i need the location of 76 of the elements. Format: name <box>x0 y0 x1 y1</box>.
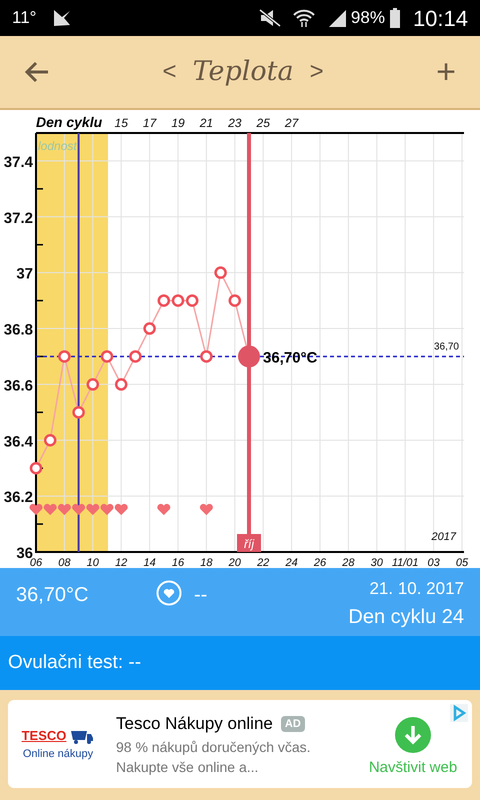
selected-value-label: 36,70°C <box>263 349 318 366</box>
next-button[interactable]: > <box>310 54 324 90</box>
data-point[interactable] <box>100 350 114 363</box>
add-button[interactable]: + <box>436 46 456 98</box>
top-tick-label: 15 <box>114 116 128 130</box>
data-point[interactable] <box>228 294 242 307</box>
x-tick-label: 14 <box>143 557 156 568</box>
data-point[interactable] <box>30 462 42 474</box>
mute-icon <box>258 9 281 27</box>
x-tick-label: 28 <box>342 557 355 568</box>
x-tick-label: 22 <box>257 557 270 568</box>
x-tick-label: 03 <box>427 557 440 568</box>
data-point[interactable] <box>158 294 170 307</box>
ad-badge: AD <box>280 716 305 732</box>
axis-title: Den cyklu <box>36 114 102 130</box>
y-tick-label: 36.4 <box>4 433 33 450</box>
top-tick-label: 17 <box>142 116 156 130</box>
y-tick-label: 36.8 <box>4 322 33 339</box>
x-tick-label: 05 <box>456 557 468 568</box>
ref-line-label: říj <box>244 537 254 551</box>
screen-title: Teplota <box>192 54 294 89</box>
weather-temperature: 11° <box>12 7 36 30</box>
notification-icon <box>52 8 72 28</box>
date-label: 21. 10. 2017 <box>369 578 464 600</box>
logo-caption: Online nákupy <box>22 746 94 762</box>
x-tick-label: 08 <box>58 557 71 568</box>
x-tick-label: 20 <box>228 557 241 568</box>
y-tick-label: 36.6 <box>4 377 33 394</box>
ovulation-test-label[interactable]: Ovulačni test: -- <box>8 648 142 678</box>
y-tick-label: 37 <box>16 266 33 283</box>
back-icon[interactable] <box>24 61 50 83</box>
x-tick-label: 26 <box>314 557 326 568</box>
battery-icon <box>388 8 401 28</box>
ad-description: 98 % nákupů doručených včas. Nakupte vše online a... <box>116 738 312 777</box>
clock: 10:14 <box>412 4 468 32</box>
data-point[interactable] <box>143 322 156 335</box>
data-point[interactable] <box>114 378 128 391</box>
ad-card[interactable]: TESCO Online nákupy Tesco Nákupy online AD 98 % nákupů doručených včas. Nakupte vše online a... Navštivit web <box>8 700 472 788</box>
signal-icon <box>326 8 347 28</box>
data-point[interactable] <box>214 266 227 279</box>
x-tick-label: 18 <box>200 557 213 568</box>
ad-title: Tesco Nákupy online <box>116 713 273 736</box>
top-tick-label: 25 <box>256 116 270 130</box>
x-tick-label: 16 <box>172 557 184 568</box>
data-point[interactable] <box>129 350 142 363</box>
cycle-day-label: Den cyklu 24 <box>348 604 464 630</box>
y-tick-label: 37.2 <box>4 210 33 227</box>
previous-button[interactable]: < <box>162 54 177 90</box>
battery-level: 98% <box>350 7 385 30</box>
data-point[interactable] <box>44 434 56 447</box>
data-point[interactable] <box>86 378 100 391</box>
data-point[interactable] <box>58 350 71 363</box>
reference-label: 36,70 <box>434 341 459 352</box>
top-tick-label: 27 <box>284 116 298 130</box>
brand-logo: TESCO <box>22 727 66 745</box>
x-tick-label: 30 <box>370 557 383 568</box>
y-tick-label: 37.4 <box>4 154 33 171</box>
x-tick-label: 11/01 <box>392 557 419 568</box>
data-point[interactable] <box>72 406 85 419</box>
intercourse-value: -- <box>194 583 208 608</box>
adchoices-icon[interactable] <box>450 704 468 722</box>
data-point[interactable] <box>186 294 198 307</box>
y-tick-label: 36.2 <box>4 489 33 506</box>
top-tick-label: 19 <box>171 116 185 130</box>
year-label: 2017 <box>432 531 456 543</box>
data-point[interactable] <box>172 294 184 307</box>
x-tick-label: 06 <box>30 557 42 568</box>
temperature-value: 36,70°C <box>16 583 90 608</box>
x-tick-label: 10 <box>86 557 99 568</box>
x-tick-label: 12 <box>115 557 128 568</box>
top-tick-label: 21 <box>200 116 214 130</box>
top-tick-label: 23 <box>228 116 242 130</box>
data-point[interactable] <box>200 350 213 363</box>
x-tick-label: 24 <box>285 557 298 568</box>
download-icon[interactable] <box>395 716 431 753</box>
wifi-icon <box>292 8 315 28</box>
